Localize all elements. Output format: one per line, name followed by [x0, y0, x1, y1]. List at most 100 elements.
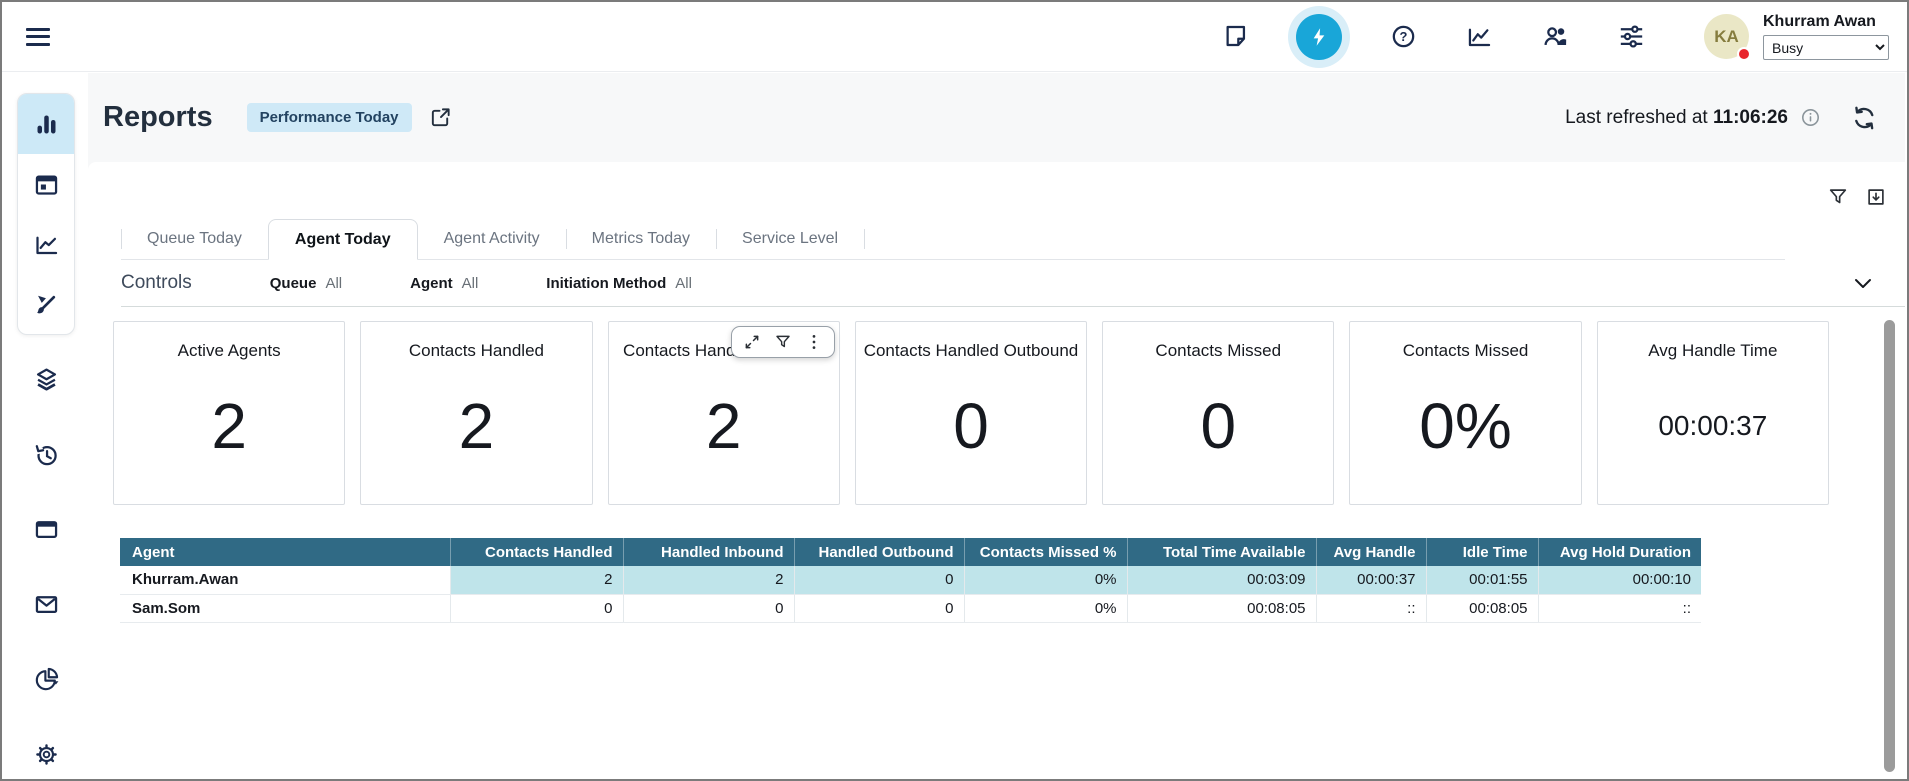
col-handled-inbound[interactable]: Handled Inbound: [623, 538, 794, 566]
sidebar-item-mail[interactable]: [4, 591, 88, 618]
open-in-new-icon[interactable]: [429, 106, 452, 129]
cell-value: 2: [450, 566, 623, 594]
status-busy-dot: [1737, 47, 1751, 61]
tab-metrics-today[interactable]: Metrics Today: [566, 219, 716, 259]
brush-icon: [33, 291, 60, 318]
cell-value: ::: [1538, 594, 1701, 622]
gear-icon: [33, 741, 60, 768]
cell-value: 00:01:55: [1426, 566, 1538, 594]
cell-agent-name: Sam.Som: [120, 594, 450, 622]
avatar[interactable]: KA: [1704, 14, 1749, 59]
agent-table: Agent Contacts Handled Handled Inbound H…: [120, 538, 1701, 623]
card-value: 2: [211, 361, 247, 504]
sidebar-item-pie[interactable]: [4, 666, 88, 693]
help-icon[interactable]: ?: [1388, 22, 1418, 52]
cell-value: ::: [1316, 594, 1426, 622]
settings-sliders-icon[interactable]: [1616, 22, 1646, 52]
expand-icon[interactable]: [743, 333, 761, 351]
pie-chart-icon: [33, 666, 60, 693]
topbar-actions: ?: [1220, 13, 1889, 60]
filter-initiation-method[interactable]: Initiation Method All: [546, 275, 692, 292]
card-value: 0: [953, 361, 989, 504]
analytics-icon[interactable]: [1464, 22, 1494, 52]
mail-icon: [33, 591, 60, 618]
status-select[interactable]: Busy: [1763, 35, 1889, 60]
cell-value: 0%: [964, 566, 1127, 594]
vertical-scrollbar[interactable]: [1884, 320, 1895, 772]
notes-icon[interactable]: [1220, 22, 1250, 52]
quick-actions-lightning-icon[interactable]: [1296, 14, 1342, 60]
card-title: Active Agents: [178, 341, 281, 361]
card-contacts-handled[interactable]: Contacts Handled 2: [360, 321, 592, 505]
sidebar-item-bar-chart[interactable]: [18, 94, 74, 154]
tab-agent-activity[interactable]: Agent Activity: [418, 219, 566, 259]
table-row[interactable]: Sam.Som 0 0 0 0% 00:08:05 :: 00:08:05 ::: [120, 594, 1701, 622]
app-window: ?: [0, 0, 1909, 781]
sidebar-item-settings[interactable]: [4, 741, 88, 768]
card-contacts-missed[interactable]: Contacts Missed 0: [1102, 321, 1334, 505]
bar-chart-icon: [33, 111, 60, 138]
filter-queue[interactable]: Queue All: [270, 275, 342, 292]
report-badge[interactable]: Performance Today: [247, 103, 412, 132]
kebab-menu-icon[interactable]: [805, 333, 823, 351]
controls-label: Controls: [121, 272, 192, 294]
col-agent[interactable]: Agent: [120, 538, 450, 566]
report-tabs: Queue Today Agent Today Agent Activity M…: [121, 219, 1785, 260]
cell-value: 00:08:05: [1426, 594, 1538, 622]
tab-separator: [864, 229, 865, 249]
card-filter-icon[interactable]: [774, 333, 792, 351]
sidebar-item-design[interactable]: [18, 274, 74, 334]
card-title: Contacts Missed: [1403, 341, 1529, 361]
col-handled-outbound[interactable]: Handled Outbound: [794, 538, 964, 566]
sidebar: [4, 73, 88, 777]
filter-icon[interactable]: [1827, 186, 1849, 208]
avatar-initials: KA: [1714, 27, 1739, 47]
col-avg-handle[interactable]: Avg Handle: [1316, 538, 1426, 566]
sidebar-item-layers[interactable]: [4, 366, 88, 393]
report-panel: Queue Today Agent Today Agent Activity M…: [88, 162, 1905, 777]
card-title: Contacts Handled: [409, 341, 544, 361]
col-contacts-missed-pct[interactable]: Contacts Missed %: [964, 538, 1127, 566]
cell-value: 0: [623, 594, 794, 622]
card-active-agents[interactable]: Active Agents 2: [113, 321, 345, 505]
card-contacts-handled-outbound[interactable]: Contacts Handled Outbound 0: [855, 321, 1087, 505]
col-total-time-available[interactable]: Total Time Available: [1127, 538, 1316, 566]
col-contacts-handled[interactable]: Contacts Handled: [450, 538, 623, 566]
page-header: Reports Performance Today Last refreshed…: [88, 73, 1905, 162]
card-avg-handle-time[interactable]: Avg Handle Time 00:00:37: [1597, 321, 1829, 505]
users-icon[interactable]: [1540, 22, 1570, 52]
controls-collapse-chevron-icon[interactable]: [1851, 271, 1875, 295]
sidebar-item-line-chart[interactable]: [18, 214, 74, 274]
user-name: Khurram Awan: [1763, 13, 1889, 31]
history-icon: [33, 441, 60, 468]
table-row[interactable]: Khurram.Awan 2 2 0 0% 00:03:09 00:00:37 …: [120, 566, 1701, 594]
card-value: 0%: [1419, 361, 1512, 504]
last-refreshed-text: Last refreshed at 11:06:26: [1565, 107, 1788, 129]
card-contacts-missed-pct[interactable]: Contacts Missed 0%: [1349, 321, 1581, 505]
sidebar-item-calendar[interactable]: [18, 154, 74, 214]
metric-cards: Active Agents 2 Contacts Handled 2 Conta…: [113, 321, 1829, 505]
info-icon[interactable]: [1800, 107, 1821, 128]
col-idle-time[interactable]: Idle Time: [1426, 538, 1538, 566]
sidebar-item-browser[interactable]: [4, 516, 88, 543]
refresh-icon[interactable]: [1851, 105, 1877, 131]
hamburger-menu-icon[interactable]: [26, 28, 50, 46]
download-icon[interactable]: [1865, 186, 1887, 208]
refresh-group: Last refreshed at 11:06:26: [1565, 105, 1877, 131]
tab-agent-today[interactable]: Agent Today: [268, 219, 418, 260]
table-header-row: Agent Contacts Handled Handled Inbound H…: [120, 538, 1701, 566]
browser-window-icon: [33, 516, 60, 543]
card-contacts-handled-inbound[interactable]: Contacts Handled Inbound 2: [608, 321, 840, 505]
sidebar-item-history[interactable]: [4, 441, 88, 468]
layers-icon: [33, 366, 60, 393]
cell-value: 0: [794, 566, 964, 594]
col-avg-hold-duration[interactable]: Avg Hold Duration: [1538, 538, 1701, 566]
tab-queue-today[interactable]: Queue Today: [121, 219, 268, 259]
cell-value: 00:08:05: [1127, 594, 1316, 622]
filter-agent[interactable]: Agent All: [410, 275, 478, 292]
card-value: 0: [1200, 361, 1236, 504]
top-bar: ?: [2, 2, 1907, 72]
line-chart-icon: [33, 231, 60, 258]
svg-text:?: ?: [1399, 29, 1407, 44]
tab-service-level[interactable]: Service Level: [716, 219, 864, 259]
